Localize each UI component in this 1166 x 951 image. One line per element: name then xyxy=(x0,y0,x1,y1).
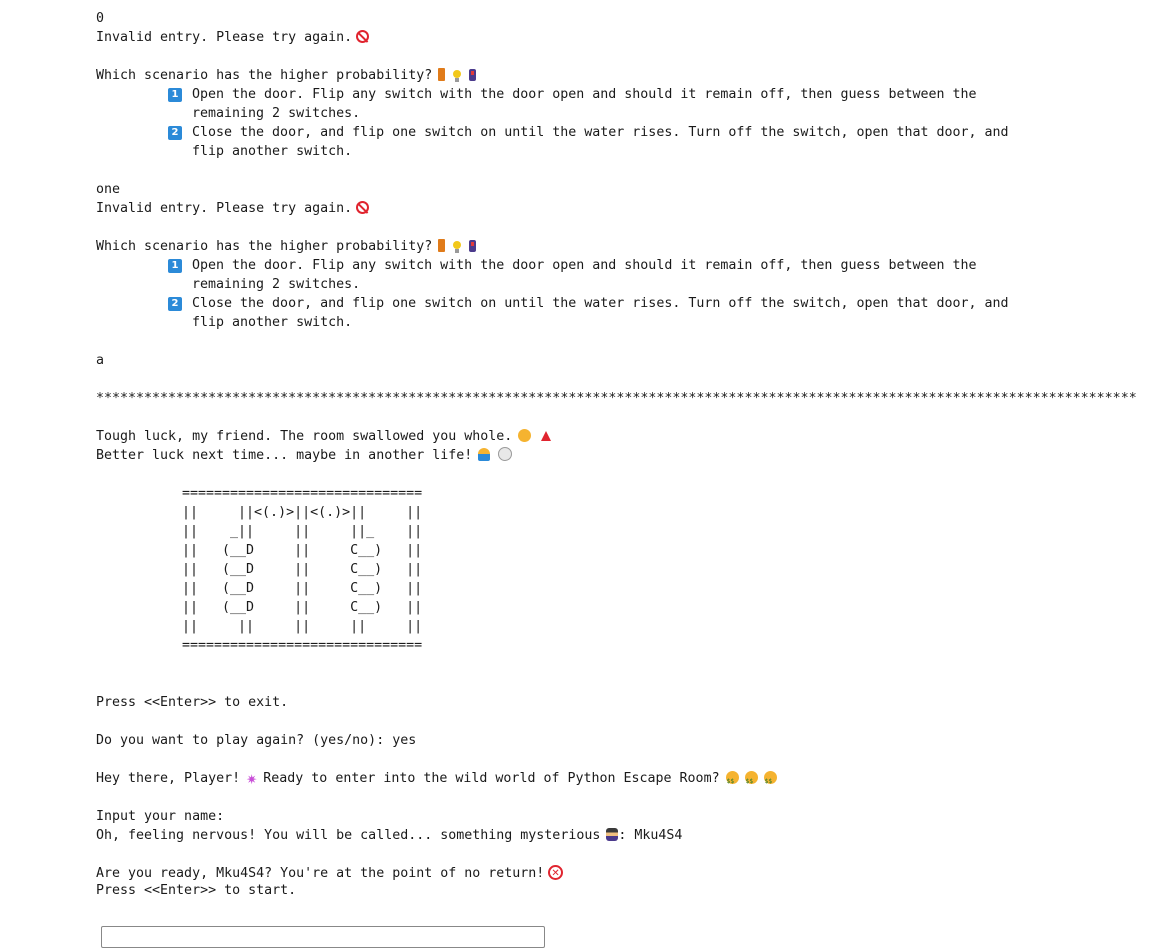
prohibited-icon xyxy=(356,30,370,43)
money-mouth-face-icon xyxy=(763,771,777,791)
option-1-text: Open the door. Flip any switch with the … xyxy=(192,258,977,292)
door-icon xyxy=(438,239,446,252)
option-1: 1 Open the door. Flip any switch with the… xyxy=(168,256,1048,294)
console-input[interactable] xyxy=(101,926,545,948)
keycap-1-icon: 1 xyxy=(168,88,182,102)
greeting: Hey there, Player! ✷ Ready to enter into t… xyxy=(96,769,1146,791)
question: Which scenario has the higher probabilit… xyxy=(96,66,1146,85)
user-entry: a xyxy=(96,353,105,368)
lose-text-2: Better luck next time... maybe in anothe… xyxy=(96,448,473,463)
option-2: 2 Close the door, and flip one switch on … xyxy=(168,123,1048,161)
nervous-line: Oh, feeling nervous! You will be called.… xyxy=(96,826,1146,845)
light-bulb-icon xyxy=(453,241,462,253)
option-1-text: Open the door. Flip any switch with the … xyxy=(192,87,977,121)
switch-icon xyxy=(469,240,477,252)
party-popper-icon: ✷ xyxy=(246,773,258,788)
greeting-text: Hey there, Player! xyxy=(96,771,241,786)
input-name-prompt: Input your name: xyxy=(96,809,225,824)
question-text: Which scenario has the higher probabilit… xyxy=(96,68,433,83)
press-start: Press <<Enter>> to start. xyxy=(96,883,297,898)
dizzy-face-icon xyxy=(518,429,532,442)
invalid-text: Invalid entry. Please try again. xyxy=(96,201,353,216)
option-2: 2 Close the door, and flip one switch on … xyxy=(168,294,1048,332)
invalid-message: Invalid entry. Please try again. xyxy=(96,28,1146,47)
money-mouth-face-icon xyxy=(744,771,758,791)
keycap-2-icon: 2 xyxy=(168,297,182,311)
question-text: Which scenario has the higher probabilit… xyxy=(96,239,433,254)
switch-icon xyxy=(469,69,477,81)
invalid-text: Invalid entry. Please try again. xyxy=(96,30,353,45)
keycap-1-icon: 1 xyxy=(168,259,182,273)
press-exit: Press <<Enter>> to exit. xyxy=(96,695,289,710)
user-entry: 0 xyxy=(96,11,105,26)
play-again-prompt: Do you want to play again? (yes/no): yes xyxy=(96,733,417,748)
separator-stars: ****************************************… xyxy=(96,391,1136,406)
siren-icon xyxy=(541,431,552,441)
ready-text: Are you ready, Mku4S4? You're at the poi… xyxy=(96,866,545,881)
user-entry: one xyxy=(96,182,121,197)
invalid-message: Invalid entry. Please try again. xyxy=(96,199,1146,218)
lose-message-1: Tough luck, my friend. The room swallowe… xyxy=(96,427,1146,446)
money-mouth-face-icon xyxy=(725,771,739,791)
door-icon xyxy=(438,68,446,81)
option-2-text: Close the door, and flip one switch on u… xyxy=(192,296,1009,330)
nervous-text: Oh, feeling nervous! You will be called.… xyxy=(96,828,601,843)
detective-icon xyxy=(606,828,619,841)
question: Which scenario has the higher probabilit… xyxy=(96,237,1146,256)
no-pedestrians-icon xyxy=(548,864,564,883)
lose-text-1: Tough luck, my friend. The room swallowe… xyxy=(96,429,513,444)
greeting-text-2: Ready to enter into the wild world of Py… xyxy=(263,771,720,786)
option-2-text: Close the door, and flip one switch on u… xyxy=(192,125,1009,159)
keycap-2-icon: 2 xyxy=(168,126,182,140)
person-shrugging-icon xyxy=(478,448,491,461)
option-1: 1 Open the door. Flip any switch with the… xyxy=(168,85,1048,123)
light-bulb-icon xyxy=(453,70,462,82)
ascii-art-room: ============================== || ||<(.)… xyxy=(182,486,423,653)
skull-icon xyxy=(498,447,513,461)
console-output: 0 Invalid entry. Please try again. Which… xyxy=(96,9,1146,900)
prohibited-icon xyxy=(356,201,370,214)
lose-message-2: Better luck next time... maybe in anothe… xyxy=(96,446,1146,465)
player-name: : Mku4S4 xyxy=(618,828,683,843)
